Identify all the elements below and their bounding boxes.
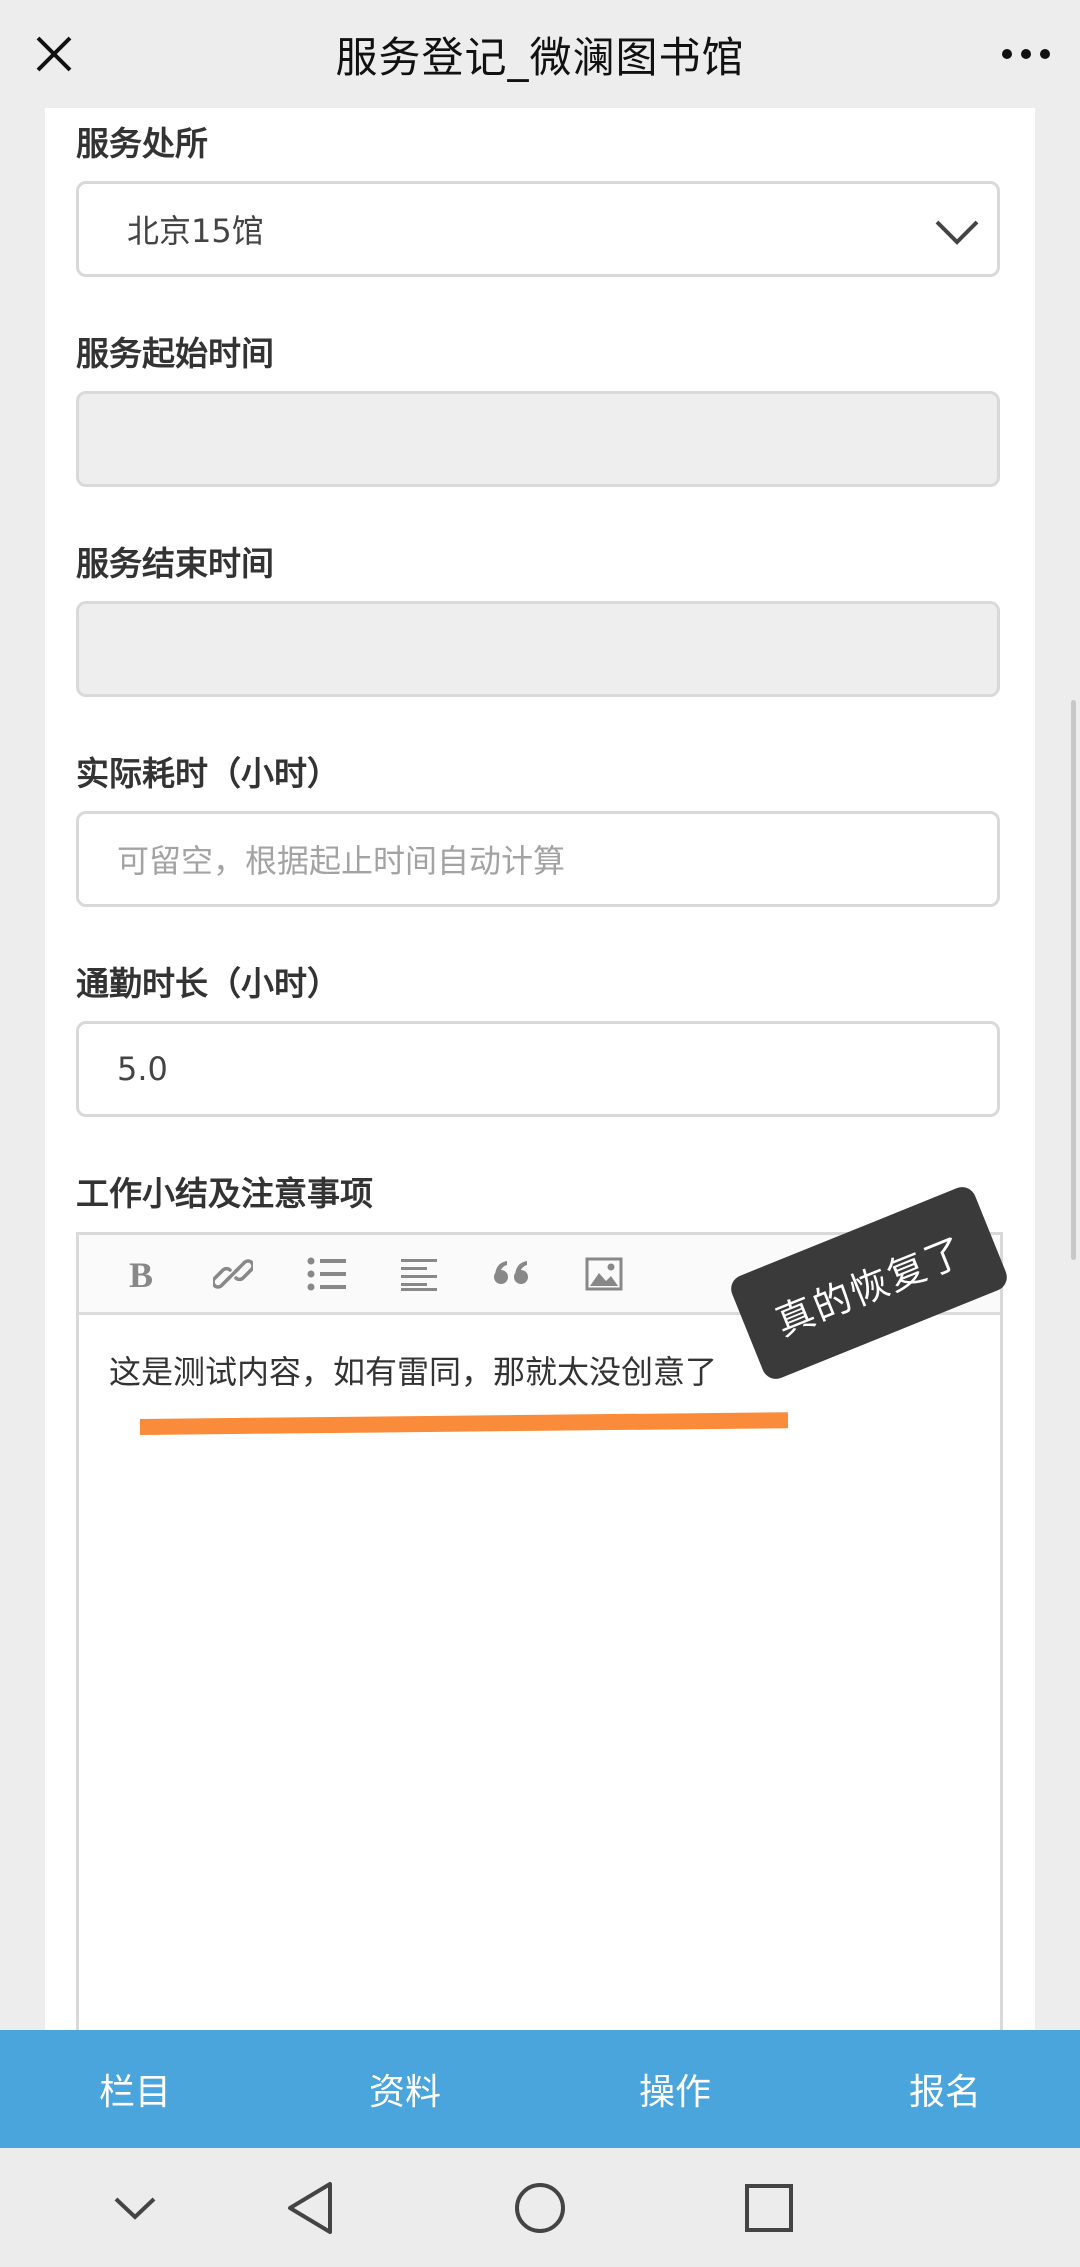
close-button[interactable] (26, 26, 82, 82)
more-button[interactable] (994, 26, 1058, 82)
close-icon (36, 36, 72, 72)
nav-home-button[interactable] (495, 2166, 585, 2250)
image-button[interactable] (578, 1249, 630, 1299)
more-horizontal-icon (1002, 49, 1050, 59)
tab-actions[interactable]: 操作 (540, 2030, 810, 2148)
commute-hours-label: 通勤时长（小时） (76, 964, 340, 1003)
bulleted-list-button[interactable] (301, 1249, 353, 1299)
recents-icon (745, 2184, 793, 2232)
link-icon (213, 1259, 253, 1289)
scrollbar[interactable] (1071, 700, 1076, 1260)
chevron-down-icon (935, 220, 979, 245)
title-bar: 服务登记_微澜图书馆 (0, 0, 1080, 108)
page-title: 服务登记_微澜图书馆 (335, 32, 745, 82)
align-left-icon (401, 1259, 437, 1291)
summary-label: 工作小结及注意事项 (76, 1174, 373, 1213)
actual-hours-input[interactable]: 可留空，根据起止时间自动计算 (76, 811, 1000, 907)
start-time-label: 服务起始时间 (76, 334, 274, 373)
tab-materials[interactable]: 资料 (270, 2030, 540, 2148)
nav-back-button[interactable] (265, 2166, 355, 2250)
location-label: 服务处所 (76, 124, 208, 163)
quote-button[interactable] (486, 1249, 538, 1299)
commute-hours-value: 5.0 (117, 1050, 168, 1088)
actual-hours-placeholder: 可留空，根据起止时间自动计算 (117, 842, 566, 880)
bold-button[interactable]: B (115, 1249, 167, 1299)
nav-recents-button[interactable] (724, 2166, 814, 2250)
align-left-button[interactable] (394, 1249, 446, 1299)
quote-icon (494, 1261, 528, 1284)
actual-hours-label: 实际耗时（小时） (76, 754, 340, 793)
link-button[interactable] (207, 1249, 259, 1299)
system-nav-bar (0, 2148, 1080, 2267)
location-select[interactable]: 北京15馆 (76, 181, 1000, 277)
svg-text:B: B (129, 1256, 153, 1292)
summary-content[interactable]: 这是测试内容，如有雷同，那就太没创意了 (109, 1347, 717, 1393)
image-icon (585, 1257, 623, 1291)
back-icon (288, 2182, 332, 2234)
commute-hours-input[interactable]: 5.0 (76, 1021, 1000, 1117)
tab-signup[interactable]: 报名 (810, 2030, 1080, 2148)
summary-editor[interactable]: B 这是测试内容，如有雷同，那就太没创意了 (76, 1232, 1003, 2044)
location-value: 北京15馆 (127, 212, 264, 250)
nav-collapse-button[interactable] (90, 2166, 180, 2250)
tab-columns[interactable]: 栏目 (0, 2030, 270, 2148)
bottom-tab-bar: 栏目 资料 操作 报名 (0, 2030, 1080, 2148)
home-icon (515, 2183, 565, 2233)
bold-icon: B (129, 1256, 153, 1292)
chevron-down-icon (114, 2197, 156, 2220)
end-time-field[interactable] (76, 601, 1000, 697)
bulleted-list-icon (307, 1257, 346, 1291)
start-time-field[interactable] (76, 391, 1000, 487)
end-time-label: 服务结束时间 (76, 544, 274, 583)
